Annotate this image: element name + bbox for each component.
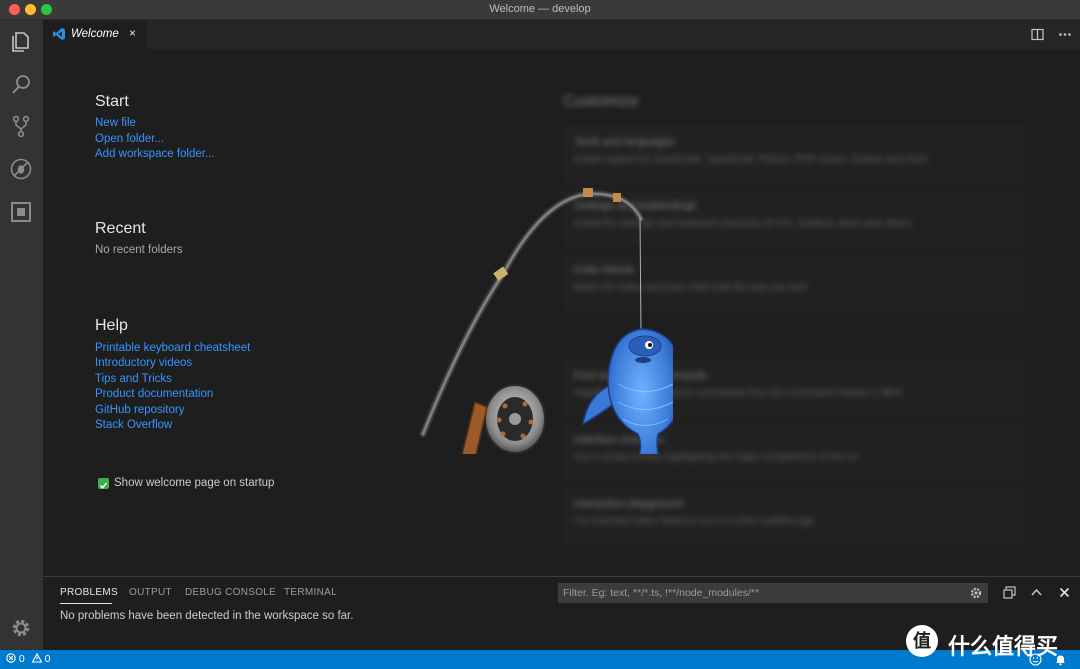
watermark: 值 什么值得买 — [906, 625, 1072, 659]
files-icon[interactable] — [9, 30, 33, 54]
extensions-icon[interactable] — [9, 200, 33, 224]
panel-tab-problems[interactable]: PROBLEMS — [60, 587, 118, 598]
search-icon[interactable] — [9, 72, 33, 96]
error-count: 0 — [18, 653, 25, 665]
close-panel-icon[interactable] — [1058, 586, 1071, 599]
title-bar: Welcome — develop — [0, 0, 1080, 20]
watermark-logo: 值 — [906, 625, 938, 657]
panel-tab-debug-console[interactable]: DEBUG CONSOLE — [185, 587, 276, 598]
problems-message: No problems have been detected in the wo… — [60, 610, 354, 622]
watermark-text: 什么值得买 — [948, 634, 1059, 659]
start-heading: Start — [95, 93, 129, 110]
split-editor-icon[interactable] — [1031, 28, 1044, 41]
help-heading: Help — [95, 317, 128, 334]
startup-checkbox-label: Show welcome page on startup — [114, 477, 275, 489]
editor-tab-bar: Welcome × — [43, 20, 1080, 49]
help-link-tips[interactable]: Tips and Tricks — [95, 373, 172, 385]
tab-close-icon[interactable]: × — [129, 26, 136, 40]
activity-bar — [0, 20, 43, 650]
customize-heading: Customize — [563, 93, 639, 110]
debug-icon[interactable] — [9, 157, 33, 181]
customize-card[interactable]: Tools and languages Install support for J… — [563, 125, 1025, 183]
window-title: Welcome — develop — [489, 3, 591, 15]
rod-guide — [613, 193, 621, 202]
tab-welcome[interactable]: Welcome × — [43, 20, 147, 49]
maximize-panel-icon[interactable] — [1030, 586, 1043, 599]
more-actions-icon[interactable] — [1058, 28, 1072, 41]
active-tab-underline — [60, 603, 112, 604]
help-link-cheatsheet[interactable]: Printable keyboard cheatsheet — [95, 342, 250, 354]
help-link-stackoverflow[interactable]: Stack Overflow — [95, 419, 172, 431]
error-icon — [6, 653, 16, 663]
add-workspace-folder-link[interactable]: Add workspace folder... — [95, 148, 215, 160]
help-link-videos[interactable]: Introductory videos — [95, 357, 192, 369]
vscode-logo-icon — [53, 28, 65, 40]
tab-welcome-label: Welcome — [71, 28, 119, 40]
panel-tab-output[interactable]: OUTPUT — [129, 587, 172, 598]
filter-placeholder: Filter. Eg: text, **/*.ts, !**/node_modu… — [563, 587, 760, 599]
recent-heading: Recent — [95, 220, 146, 237]
problems-status[interactable]: 0 0 — [6, 652, 51, 665]
fishing-fish-illustration — [419, 188, 673, 454]
problems-filter-input[interactable]: Filter. Eg: text, **/*.ts, !**/node_modu… — [558, 583, 988, 603]
gear-icon[interactable] — [9, 616, 33, 640]
customize-card[interactable]: Interactive playground Try essential edit… — [563, 487, 1025, 545]
source-control-icon[interactable] — [9, 114, 33, 138]
fish-icon — [581, 328, 673, 454]
warning-icon — [31, 652, 43, 663]
no-recent-folders: No recent folders — [95, 244, 183, 256]
new-file-link[interactable]: New file — [95, 117, 136, 129]
collapse-all-icon[interactable] — [1003, 586, 1016, 599]
help-link-docs[interactable]: Product documentation — [95, 388, 213, 400]
welcome-page: Start New file Open folder... Add worksp… — [43, 49, 1080, 576]
filter-settings-icon[interactable] — [969, 586, 983, 600]
open-folder-link[interactable]: Open folder... — [95, 133, 164, 145]
rod-guide — [583, 188, 593, 197]
panel-tab-terminal[interactable]: TERMINAL — [284, 587, 337, 598]
warning-count: 0 — [44, 653, 51, 665]
help-link-github[interactable]: GitHub repository — [95, 404, 184, 416]
startup-checkbox[interactable] — [98, 478, 109, 490]
checkmark-icon — [99, 482, 108, 490]
